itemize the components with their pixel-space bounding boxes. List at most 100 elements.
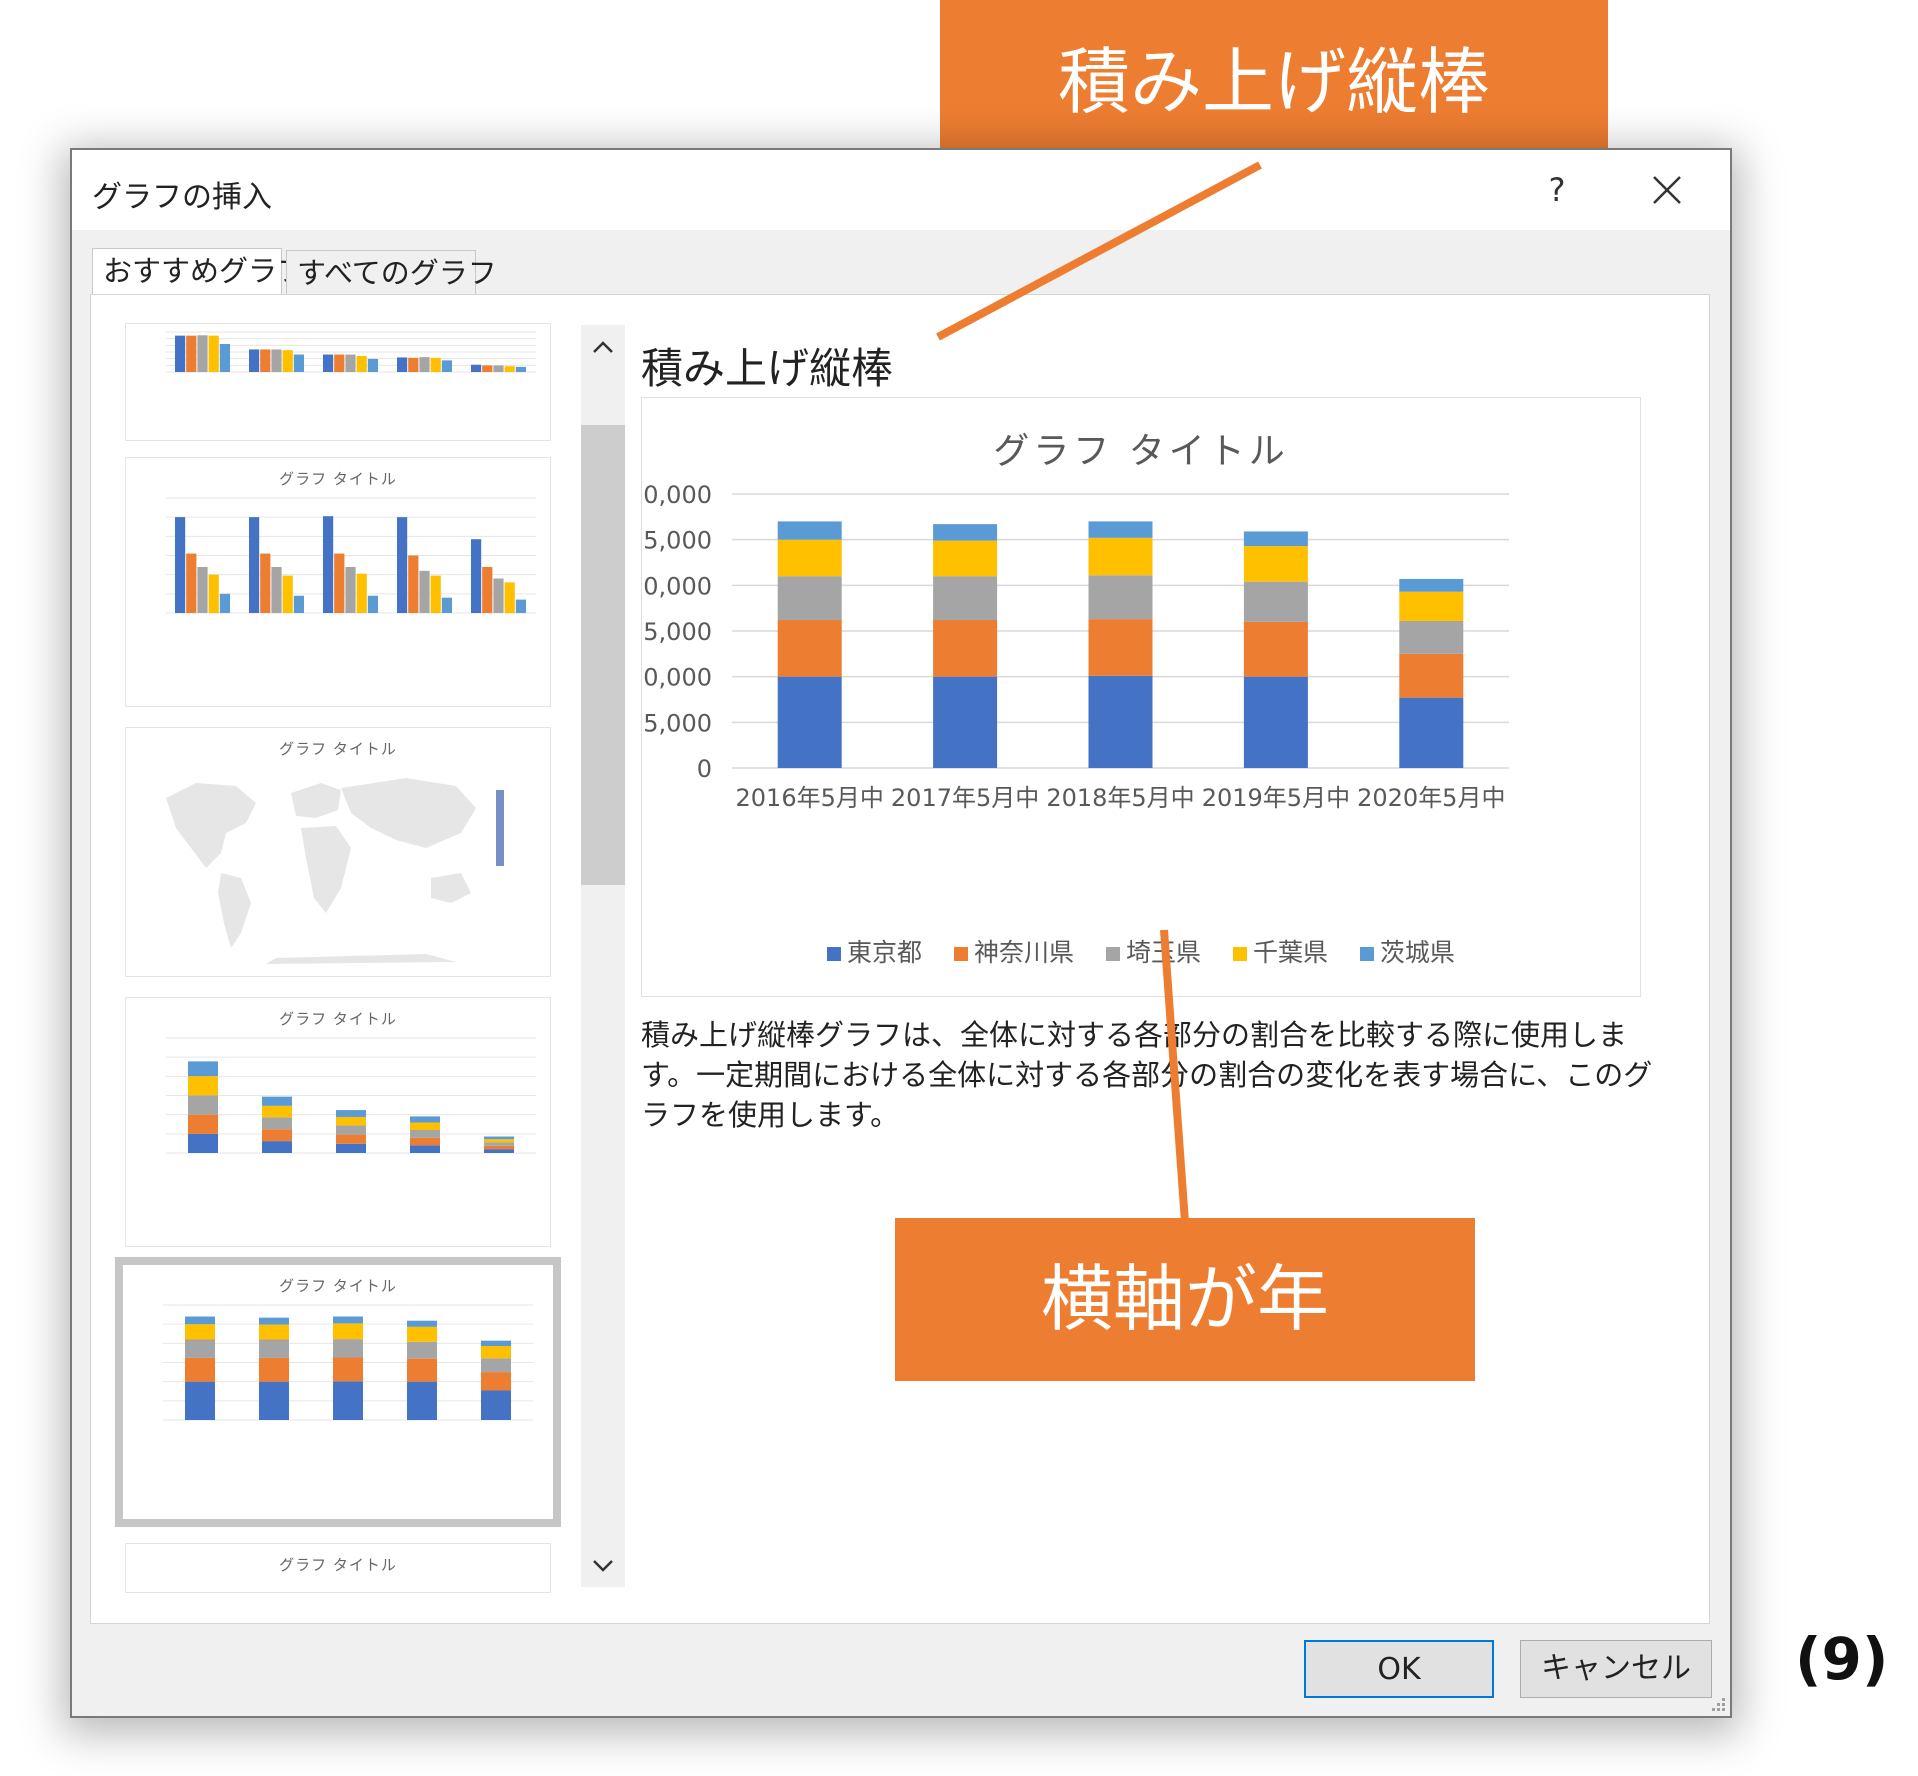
legend-item: 茨城県	[1359, 933, 1455, 969]
thumbnail-bar	[333, 1357, 363, 1382]
bar-segment	[1088, 521, 1153, 538]
thumbnail-bar	[282, 575, 293, 613]
thumbnail-bar	[185, 1357, 215, 1382]
legend-label: 神奈川県	[974, 938, 1075, 967]
ok-button[interactable]: OK	[1304, 1640, 1494, 1698]
thumbnail-bar	[219, 593, 230, 613]
thumbnail-bar	[484, 1149, 514, 1153]
bar-segment	[1399, 578, 1464, 592]
tab-recommended[interactable]: おすすめグラフ	[92, 248, 306, 296]
insert-chart-dialog: グラフの挿入 ? おすすめグラフ すべてのグラフ グラフ タイトル グラフ タイ…	[70, 148, 1732, 1718]
thumbnail-bar	[504, 366, 515, 372]
legend-swatch	[1105, 947, 1120, 961]
thumbnail-bar	[367, 358, 378, 372]
thumbnail-bar	[175, 517, 186, 613]
x-tick-label: 2019年5月中	[1202, 784, 1350, 812]
thumbnail-bar	[175, 335, 186, 372]
thumbnail-bar	[410, 1137, 440, 1146]
x-tick-label: 2018年5月中	[1046, 784, 1194, 812]
thumbnail-bar	[188, 1133, 218, 1153]
thumbnail-bar	[367, 595, 378, 613]
y-tick-label: 30,000	[642, 481, 712, 509]
y-tick-label: 15,000	[642, 618, 712, 646]
thumbnail-bar	[481, 1390, 511, 1420]
legend-item: 神奈川県	[954, 933, 1074, 969]
thumbnail-bar	[407, 1320, 437, 1327]
thumbnail-bar	[334, 354, 345, 372]
thumbnail-chart	[163, 1304, 533, 1421]
bar-segment	[1399, 653, 1464, 698]
legend-item: 東京都	[827, 933, 922, 969]
resize-grip-icon[interactable]	[1708, 1694, 1726, 1712]
chart-legend: 東京都 神奈川県 埼玉県 千葉県 茨城県	[642, 933, 1640, 969]
scrollbar-thumb[interactable]	[581, 425, 625, 885]
thumbnail-bar	[293, 354, 304, 372]
chevron-down-icon	[593, 1560, 613, 1572]
thumbnail-stacked-column-prefecture[interactable]: グラフ タイトル	[125, 997, 551, 1247]
thumbnail-bar	[271, 567, 282, 613]
bar-segment	[1243, 676, 1308, 768]
thumbnail-bar	[188, 1061, 218, 1077]
bar-segment	[933, 540, 998, 577]
scroll-down-button[interactable]	[581, 1543, 625, 1587]
world-map-icon	[166, 778, 504, 964]
bar-segment	[933, 676, 998, 768]
thumbnail-bar	[271, 349, 282, 372]
thumbnail-bar	[333, 1381, 363, 1420]
thumbnail-scrollbar[interactable]	[581, 325, 625, 1587]
thumbnail-bar	[419, 357, 430, 372]
thumbnail-chart	[166, 331, 536, 373]
thumbnail-bar	[484, 1142, 514, 1146]
thumbnail-chart	[166, 497, 536, 614]
thumbnail-bar	[345, 354, 356, 372]
thumbnail-bar	[515, 599, 526, 613]
scroll-up-button[interactable]	[581, 325, 625, 369]
thumbnail-title: グラフ タイトル	[279, 1277, 397, 1295]
thumbnail-bar	[504, 582, 515, 613]
cancel-button[interactable]: キャンセル	[1520, 1640, 1712, 1698]
thumbnail-clustered-column-year[interactable]: グラフ タイトル	[125, 457, 551, 707]
thumbnail-next-chart[interactable]: グラフ タイトル	[125, 1543, 551, 1593]
thumbnail-bar	[356, 573, 367, 613]
thumbnail-bar	[441, 360, 452, 372]
thumbnail-clustered-column-prefecture[interactable]	[125, 323, 551, 441]
thumbnail-stacked-column-year[interactable]: グラフ タイトル	[115, 1257, 561, 1527]
thumbnail-bar	[260, 349, 271, 372]
thumbnail-bar	[493, 365, 504, 372]
legend-label: 埼玉県	[1125, 938, 1201, 967]
thumbnail-bar	[484, 1136, 514, 1140]
thumbnail-bar	[188, 1076, 218, 1096]
chart-description: 積み上げ縦棒グラフは、全体に対する各部分の割合を比較する際に使用します。一定期間…	[641, 1018, 1653, 1132]
thumbnail-bar	[484, 1145, 514, 1150]
thumbnail-filled-map[interactable]: グラフ タイトル	[125, 727, 551, 977]
thumbnail-bar	[262, 1141, 292, 1153]
thumbnail-bar	[282, 350, 293, 372]
bar-segment	[1088, 619, 1153, 676]
close-button[interactable]	[1622, 160, 1712, 220]
bar-segment	[1399, 620, 1464, 654]
thumbnail-bar	[186, 335, 197, 372]
bar-segment	[777, 576, 842, 621]
thumbnail-bar	[515, 366, 526, 372]
tab-panel: グラフ タイトル グラフ タイトル グラフ タイトル グラフ タイトル グラフ …	[90, 294, 1710, 1624]
tab-all-charts[interactable]: すべてのグラフ	[286, 250, 497, 294]
y-tick-label: 0	[697, 755, 712, 783]
bar-segment	[1088, 675, 1153, 768]
thumbnail-bar	[482, 567, 493, 613]
bar-segment	[777, 676, 842, 768]
thumbnail-bar	[293, 595, 304, 613]
thumbnail-bar	[430, 357, 441, 372]
thumbnail-bar	[259, 1381, 289, 1420]
thumbnail-bar	[259, 1357, 289, 1382]
thumbnail-bar	[336, 1110, 366, 1117]
preview-chart: グラフ タイトル 05,00010,00015,00020,00025,0003…	[641, 397, 1641, 997]
thumbnail-bar	[481, 1358, 511, 1373]
thumbnail-bar	[262, 1129, 292, 1142]
thumbnail-bar	[333, 1316, 363, 1324]
thumbnail-bar	[323, 516, 334, 613]
thumbnail-bar	[441, 597, 452, 613]
help-button[interactable]: ?	[1522, 160, 1592, 220]
thumbnail-bar	[471, 539, 482, 613]
thumbnail-chart	[166, 1037, 536, 1154]
y-tick-label: 25,000	[642, 527, 712, 555]
